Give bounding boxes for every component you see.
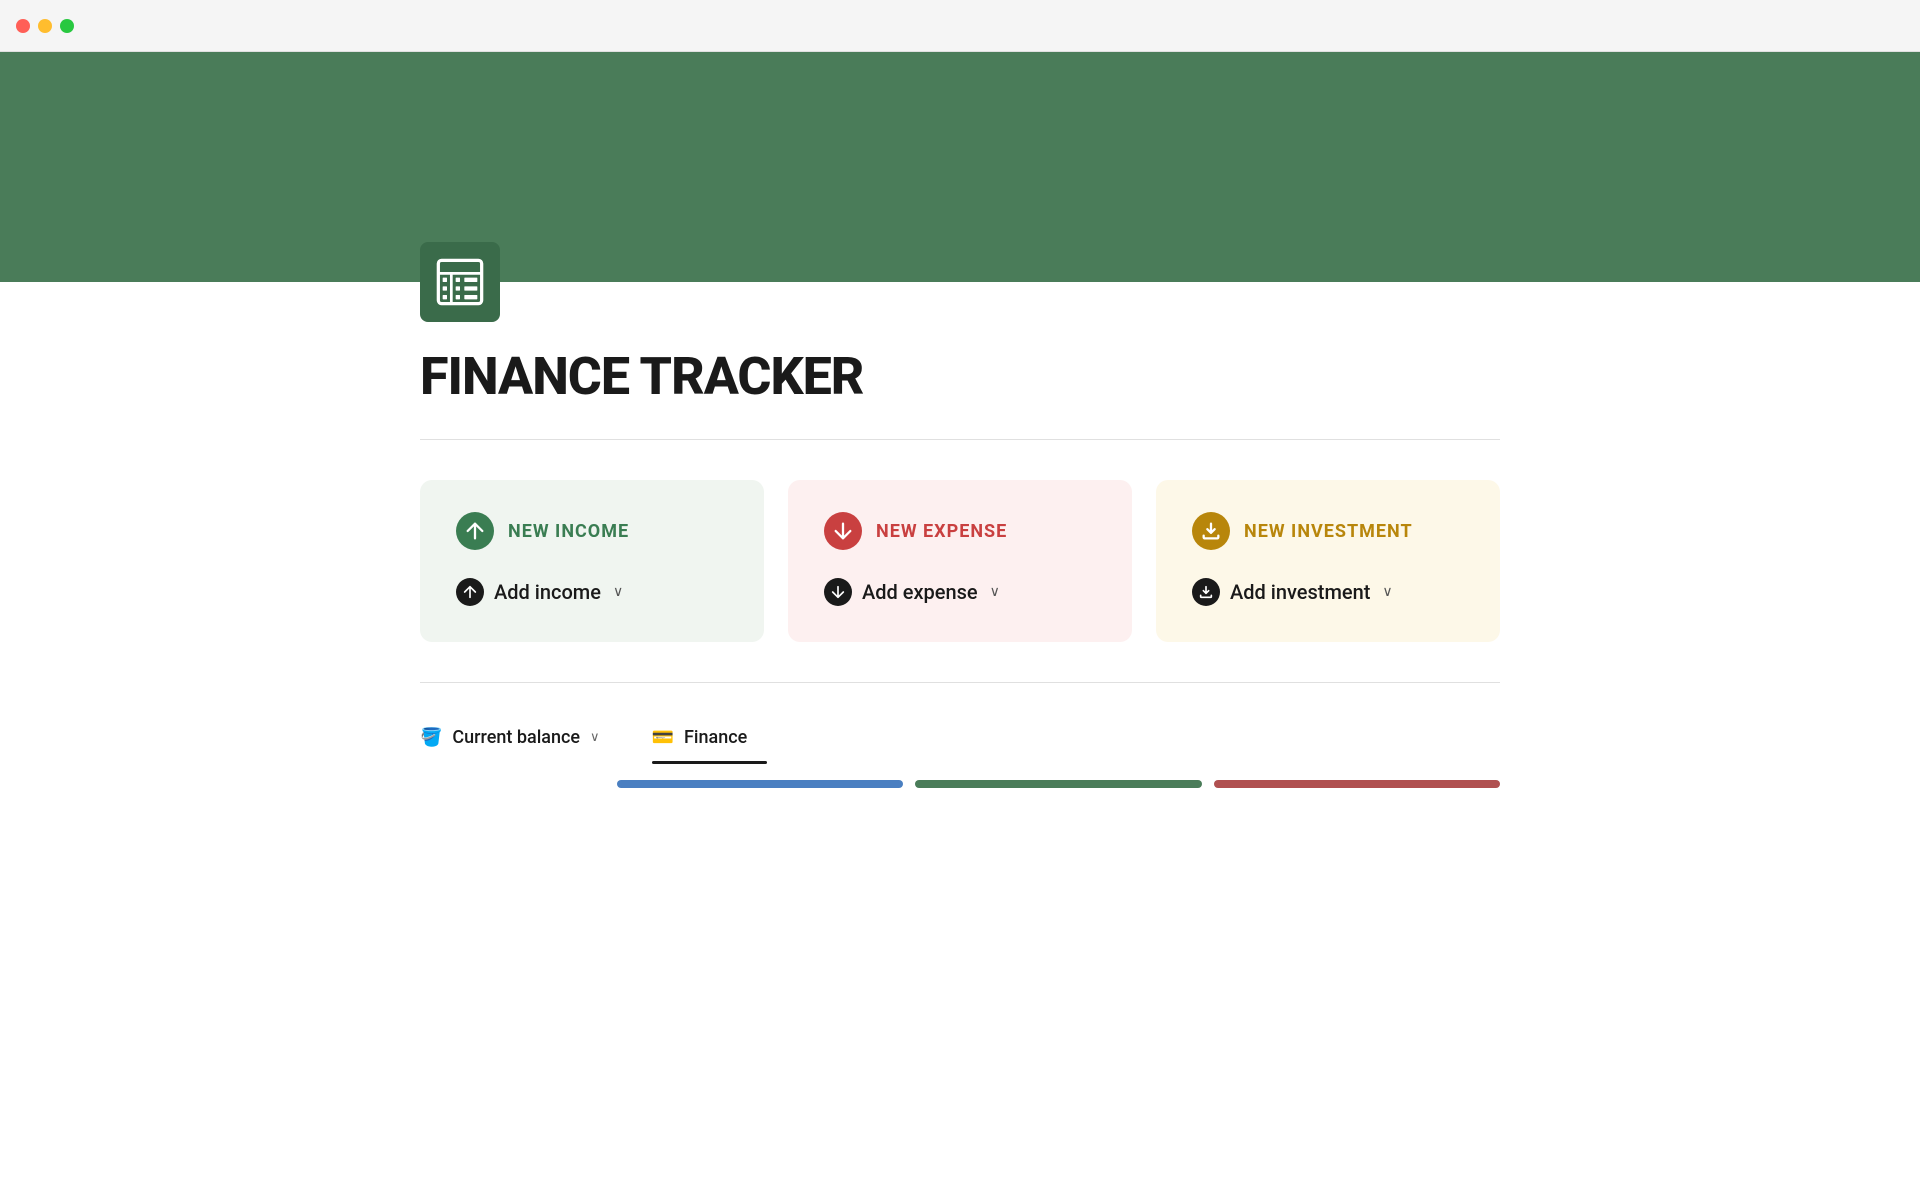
income-icon-circle <box>456 512 494 550</box>
tab-finance[interactable]: 💳 Finance <box>652 715 768 764</box>
investment-action-icon <box>1192 578 1220 606</box>
finance-icon: 💳 <box>652 727 674 748</box>
page-icon <box>420 242 500 322</box>
investment-card-header: NEW INVESTMENT <box>1192 512 1464 550</box>
table-bar-red <box>1214 780 1500 788</box>
maximize-button[interactable] <box>60 19 74 33</box>
tabs-row: 🪣 Current balance ∨ 💳 Finance <box>420 715 1500 764</box>
investment-card-title: NEW INVESTMENT <box>1244 521 1413 542</box>
balance-chevron-icon: ∨ <box>590 730 600 745</box>
income-card-title: NEW INCOME <box>508 521 629 542</box>
expense-down-arrow-icon <box>830 584 846 600</box>
expense-chevron-icon: ∨ <box>990 584 1000 600</box>
table-spacer <box>420 780 593 788</box>
investment-download-icon <box>1200 520 1222 542</box>
expense-card-header: NEW EXPENSE <box>824 512 1096 550</box>
income-card: NEW INCOME Add income ∨ <box>420 480 764 642</box>
add-investment-button[interactable]: Add investment ∨ <box>1192 574 1464 610</box>
investment-card: NEW INVESTMENT Add investment ∨ <box>1156 480 1500 642</box>
investment-down-icon <box>1198 584 1214 600</box>
add-expense-label: Add expense <box>862 580 978 604</box>
table-bar-blue <box>617 780 903 788</box>
close-button[interactable] <box>16 19 30 33</box>
expense-card: NEW EXPENSE Add expense ∨ <box>788 480 1132 642</box>
add-investment-label: Add investment <box>1230 580 1370 604</box>
main-content: FINANCE TRACKER NEW INCOME <box>260 242 1660 788</box>
add-income-button[interactable]: Add income ∨ <box>456 574 728 610</box>
current-balance-label: Current balance <box>452 727 580 748</box>
balance-icon: 🪣 <box>420 727 442 748</box>
page-title: FINANCE TRACKER <box>420 346 1500 407</box>
income-chevron-icon: ∨ <box>613 584 623 600</box>
income-card-header: NEW INCOME <box>456 512 728 550</box>
expense-icon-circle <box>824 512 862 550</box>
tab-current-balance[interactable]: 🪣 Current balance ∨ <box>420 715 620 764</box>
titlebar <box>0 0 1920 52</box>
minimize-button[interactable] <box>38 19 52 33</box>
add-income-label: Add income <box>494 580 601 604</box>
finance-label: Finance <box>684 727 747 748</box>
page-icon-area <box>420 242 1500 322</box>
add-expense-button[interactable]: Add expense ∨ <box>824 574 1096 610</box>
income-up-arrow-icon <box>462 584 478 600</box>
table-preview <box>420 780 1500 788</box>
table-bar-green <box>915 780 1201 788</box>
cards-row: NEW INCOME Add income ∨ NE <box>420 480 1500 642</box>
spreadsheet-icon <box>434 256 486 308</box>
section-divider <box>420 439 1500 440</box>
expense-arrow-icon <box>832 520 854 542</box>
income-arrow-icon <box>464 520 486 542</box>
bottom-section: 🪣 Current balance ∨ 💳 Finance <box>420 682 1500 788</box>
expense-card-title: NEW EXPENSE <box>876 521 1007 542</box>
investment-chevron-icon: ∨ <box>1382 584 1392 600</box>
investment-icon-circle <box>1192 512 1230 550</box>
income-action-icon <box>456 578 484 606</box>
expense-action-icon <box>824 578 852 606</box>
